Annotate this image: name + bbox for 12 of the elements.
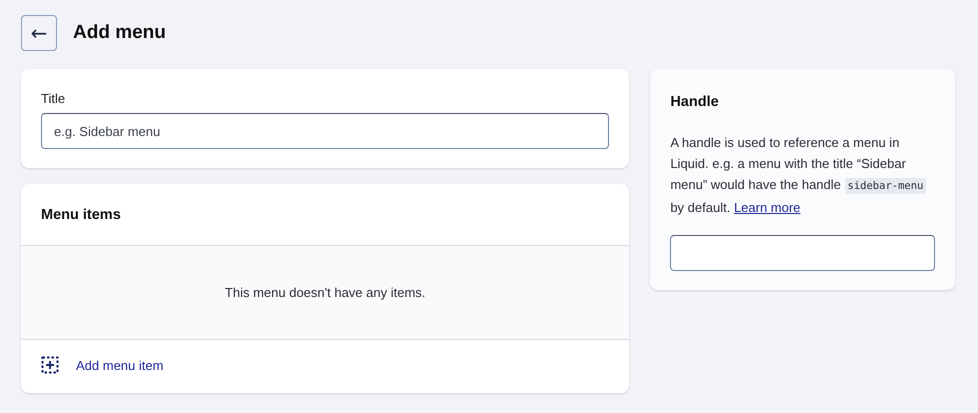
add-menu-item-link[interactable]: Add menu item	[41, 356, 164, 374]
card-heading: Menu items	[41, 207, 122, 223]
page-title: Add menu	[73, 22, 166, 44]
card-heading: Handle	[670, 94, 720, 110]
title-input-field[interactable]: e.g. Sidebar menu	[41, 113, 610, 149]
add-icon	[41, 356, 59, 374]
back-button[interactable]: ←	[21, 15, 57, 51]
handle-input-field[interactable]	[670, 235, 935, 271]
handle-description: A handle is used to reference a menu in Liquid. e.g. a menu with the title “Sidebar menu” would have the handle sidebar-menu by default. Learn more	[670, 132, 935, 218]
learn-more-link[interactable]: Learn more	[734, 200, 800, 215]
field-label: Title	[41, 91, 66, 106]
empty-message: This menu doesn't have any items.	[224, 285, 426, 300]
